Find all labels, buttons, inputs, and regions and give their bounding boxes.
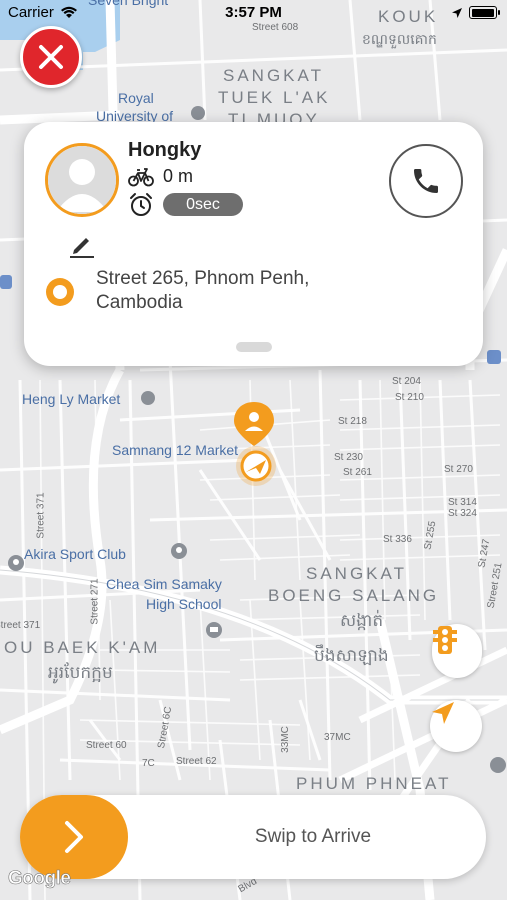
swipe-handle[interactable] xyxy=(20,795,128,879)
google-logo: Google xyxy=(8,868,72,890)
swipe-label: Swip to Arrive xyxy=(254,826,372,847)
battery-level xyxy=(471,8,494,17)
close-icon xyxy=(39,45,63,69)
street-label: St 204 xyxy=(392,376,421,387)
traffic-toggle-button[interactable] xyxy=(432,624,482,678)
chevron-right-icon xyxy=(65,821,83,853)
district-label-khmer: បឹងសាឡាង xyxy=(314,646,389,665)
status-bar: Carrier 3:57 PM xyxy=(0,0,507,26)
poi-label: Akira Sport Club xyxy=(24,546,126,562)
district-label: PHUM PHNEAT xyxy=(296,774,452,793)
card-drag-handle[interactable] xyxy=(236,342,272,352)
district-label-khmer: សង្កាត់ xyxy=(340,611,384,630)
street-label: 37MC xyxy=(324,732,351,743)
district-label-khmer: អូរបែកក្អម xyxy=(48,663,113,682)
traffic-light-icon xyxy=(433,626,457,654)
street-label: Street 371 xyxy=(35,492,47,539)
avatar xyxy=(45,143,119,217)
street-label: Street 371 xyxy=(0,620,41,631)
my-location-button[interactable] xyxy=(430,700,482,752)
street-label: St 210 xyxy=(395,392,424,403)
district-label-khmer: ខណ្ឌទួលគោក xyxy=(362,31,437,47)
street-label: Street 271 xyxy=(89,578,101,625)
street-label: St 218 xyxy=(338,416,367,427)
district-label: SANGKAT xyxy=(223,66,324,85)
street-label: St 336 xyxy=(383,534,412,545)
destination-address: Street 265, Phnom Penh, Cambodia xyxy=(96,268,310,313)
street-label: Street 62 xyxy=(176,756,217,767)
phone-icon xyxy=(414,169,438,193)
swipe-to-arrive-slider[interactable]: Swip to Arrive xyxy=(20,795,486,879)
user-placeholder-icon xyxy=(48,146,116,214)
district-label: SANGKAT xyxy=(306,564,407,583)
street-label: St 314 xyxy=(448,497,477,508)
street-label: St 230 xyxy=(334,452,363,463)
district-label: TUEK L'AK xyxy=(218,88,331,107)
bicycle-icon xyxy=(128,168,154,187)
call-button[interactable] xyxy=(389,144,463,218)
street-label: St 261 xyxy=(343,467,372,478)
status-time: 3:57 PM xyxy=(225,4,282,21)
district-label: BOENG SALANG xyxy=(268,586,440,605)
poi-label: High School xyxy=(146,596,222,612)
close-button[interactable] xyxy=(20,26,82,88)
poi-label: Heng Ly Market xyxy=(22,391,121,407)
district-label: OU BAEK K'AM xyxy=(4,638,161,657)
elapsed-timer-badge: 0sec xyxy=(163,193,243,216)
battery-icon xyxy=(469,6,500,19)
street-label: 33MC xyxy=(279,726,291,753)
driver-pin-icon xyxy=(234,402,276,486)
street-label: Street 60 xyxy=(86,740,127,751)
location-arrow-icon xyxy=(452,8,462,18)
street-label: St 324 xyxy=(448,508,477,519)
edit-pencil-icon[interactable] xyxy=(70,234,96,258)
trip-info-card: Hongky 0 m 0sec Street 265, Phnom Penh, … xyxy=(24,122,483,366)
poi-label: Royal xyxy=(118,90,154,106)
driver-name: Hongky xyxy=(128,139,202,161)
street-label: St 270 xyxy=(444,464,473,475)
navigation-arrow-icon xyxy=(432,702,454,724)
street-label: 7C xyxy=(142,758,155,769)
poi-label: Chea Sim Samaky xyxy=(106,576,222,592)
distance-value: 0 m xyxy=(163,166,194,186)
poi-label: Samnang 12 Market xyxy=(112,442,239,458)
destination-marker-icon xyxy=(46,278,74,306)
alarm-clock-icon xyxy=(130,193,152,216)
